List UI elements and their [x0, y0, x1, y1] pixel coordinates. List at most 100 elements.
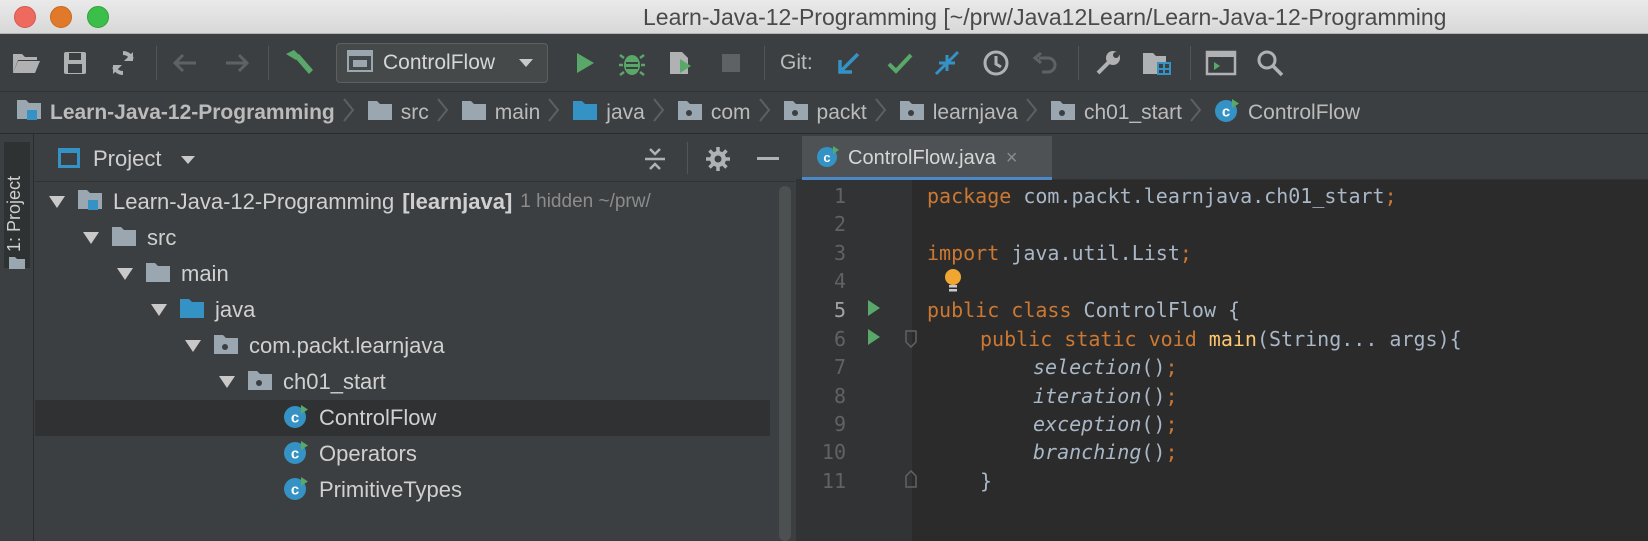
history-clock-icon[interactable] [980, 46, 1012, 80]
line-number: 8 [833, 384, 846, 408]
close-window-button[interactable] [14, 6, 36, 28]
code-line-11[interactable]: } [980, 467, 992, 495]
git-update-icon[interactable] [834, 46, 864, 80]
rollback-icon[interactable] [1030, 46, 1060, 80]
code-line-6[interactable]: public static void main(String... args){ [980, 325, 1462, 353]
breadcrumb-label: com [710, 100, 751, 124]
svg-text:c: c [823, 150, 830, 165]
breadcrumb-item-src[interactable]: src [367, 99, 429, 127]
breadcrumb-item-com[interactable]: com [677, 99, 751, 127]
tree-item-src[interactable]: src [35, 220, 770, 256]
git-commit-check-icon[interactable] [884, 46, 916, 80]
breadcrumb-item-learnjava[interactable]: learnjava [899, 99, 1018, 127]
forward-arrow-icon[interactable] [222, 46, 252, 80]
breadcrumb-item-java[interactable]: java [572, 99, 645, 127]
breadcrumb-item-controlflow[interactable]: c ControlFlow [1214, 97, 1360, 129]
breadcrumb-separator-icon [1018, 97, 1050, 128]
code-line-7[interactable]: selection(); [1033, 353, 1178, 381]
tree-item-operators[interactable]: c Operators [35, 436, 770, 472]
project-structure-icon[interactable] [1140, 46, 1174, 80]
sync-icon[interactable] [108, 46, 138, 80]
close-icon[interactable]: × [1006, 147, 1018, 170]
collapse-all-icon[interactable] [643, 146, 667, 177]
folder-icon [367, 99, 393, 127]
line-number: 2 [833, 212, 846, 236]
stop-icon[interactable] [716, 46, 746, 80]
tree-item-label: java [215, 297, 256, 322]
project-tree-scrollbar[interactable] [779, 186, 791, 541]
code-line-9[interactable]: exception(); [1033, 410, 1178, 438]
breadcrumb: Learn-Java-12-Programming src main java com p… [0, 92, 1648, 134]
tree-item-label: Learn-Java-12-Programming [113, 189, 395, 214]
source-folder-icon [572, 99, 598, 127]
tree-item-ch01-start[interactable]: ch01_start [35, 364, 770, 400]
run-gutter-icon[interactable] [868, 300, 880, 316]
package-icon [247, 369, 273, 396]
tree-item-com-packt-learnjava[interactable]: com.packt.learnjava [35, 328, 770, 364]
module-name: [learnjava] [402, 189, 513, 214]
code-line-8[interactable]: iteration(); [1033, 382, 1178, 410]
editor-tabs: c ControlFlow.java × [796, 134, 1648, 180]
folder-icon [145, 261, 171, 288]
tree-item-primitivetypes[interactable]: c PrimitiveTypes [35, 472, 770, 508]
git-merge-icon[interactable] [932, 46, 962, 80]
intention-bulb-icon[interactable] [942, 268, 964, 299]
tree-item-main[interactable]: main [35, 256, 770, 292]
hide-panel-icon[interactable] [757, 157, 779, 160]
expand-arrow-icon[interactable] [83, 232, 99, 244]
breadcrumb-item-learn-java-12-programming[interactable]: Learn-Java-12-Programming [16, 98, 335, 128]
breadcrumb-separator-icon [867, 97, 899, 128]
expand-arrow-icon[interactable] [185, 340, 201, 352]
coverage-icon[interactable] [664, 46, 696, 80]
breadcrumb-item-ch01-start[interactable]: ch01_start [1050, 99, 1182, 127]
gear-icon[interactable] [705, 146, 731, 177]
breadcrumb-label: Learn-Java-12-Programming [50, 100, 335, 124]
breadcrumb-label: java [606, 100, 645, 124]
breadcrumb-label: ch01_start [1083, 100, 1183, 124]
expand-arrow-icon[interactable] [117, 268, 133, 280]
breadcrumb-item-main[interactable]: main [461, 99, 540, 127]
code-line-10[interactable]: branching(); [1033, 438, 1178, 466]
save-icon[interactable] [60, 46, 90, 80]
code-line-3[interactable]: import java.util.List; [927, 239, 1192, 267]
minimize-window-button[interactable] [50, 6, 72, 28]
run-configuration-select[interactable]: ControlFlow [336, 43, 548, 83]
zoom-window-button[interactable] [87, 6, 109, 28]
tree-item-java[interactable]: java [35, 292, 770, 328]
open-folder-icon[interactable] [10, 46, 42, 80]
terminal-window-icon[interactable] [1204, 46, 1238, 80]
back-arrow-icon[interactable] [170, 46, 200, 80]
settings-wrench-icon[interactable] [1092, 46, 1124, 80]
tab-controlflow-java[interactable]: c ControlFlow.java × [802, 136, 1052, 180]
folder-icon [111, 225, 137, 252]
breadcrumb-separator-icon [335, 97, 367, 128]
java-class-icon: c [283, 439, 309, 470]
breadcrumb-separator-icon [645, 97, 677, 128]
module-folder-icon [16, 98, 42, 128]
breadcrumb-item-packt[interactable]: packt [783, 99, 867, 127]
run-gutter-icon[interactable] [868, 329, 880, 345]
run-icon[interactable] [570, 46, 600, 80]
fold-marker-icon[interactable] [904, 469, 918, 493]
tree-item-learn-java-12-programming[interactable]: Learn-Java-12-Programming [learnjava] 1 hi… [35, 184, 770, 220]
build-hammer-icon[interactable] [282, 46, 316, 80]
fold-marker-icon[interactable] [904, 330, 918, 353]
debug-bug-icon[interactable] [616, 46, 648, 80]
expand-arrow-icon[interactable] [219, 376, 235, 388]
code-line-1[interactable]: package com.packt.learnjava.ch01_start; [927, 182, 1397, 210]
code-line-5[interactable]: public class ControlFlow { [927, 296, 1240, 324]
project-panel-title[interactable]: Project [93, 146, 161, 172]
expand-arrow-icon[interactable] [49, 196, 65, 208]
line-number: 6 [833, 327, 846, 351]
tree-item-controlflow[interactable]: c ControlFlow [35, 400, 770, 436]
expand-arrow-icon[interactable] [151, 304, 167, 316]
chevron-down-icon [519, 59, 533, 67]
chevron-down-icon[interactable] [181, 156, 195, 164]
breadcrumb-label: ControlFlow [1248, 100, 1361, 124]
breadcrumb-separator-icon [429, 97, 461, 128]
search-icon[interactable] [1254, 46, 1286, 80]
title-bar: Learn-Java-12-Programming [~/prw/Java12L… [0, 0, 1648, 34]
project-panel: Project Learn-Java-12-Programming [learnj… [35, 134, 795, 541]
java-class-icon: c [283, 475, 309, 506]
tree-item-label: ch01_start [283, 369, 386, 394]
